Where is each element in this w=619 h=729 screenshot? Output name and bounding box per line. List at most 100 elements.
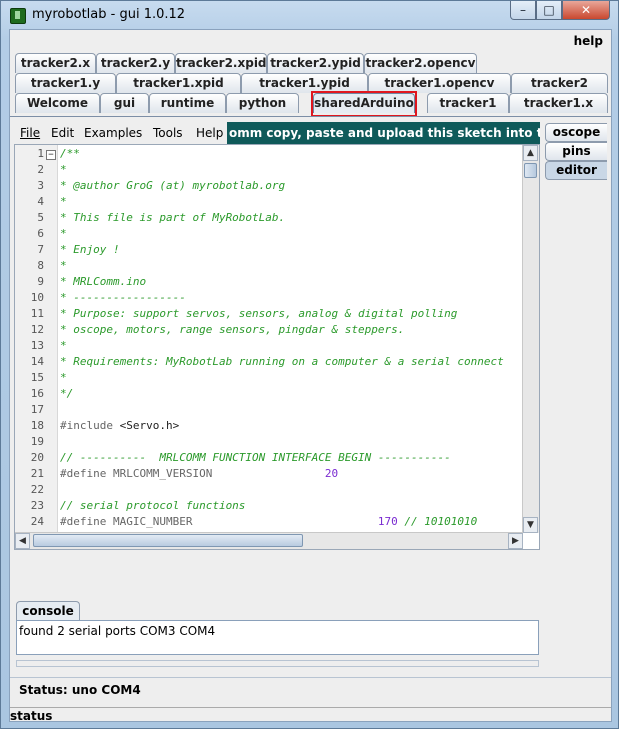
maximize-button[interactable]: □: [536, 1, 562, 20]
line-number: 15: [30, 371, 44, 384]
tab-tracker1-opencv[interactable]: tracker1.opencv: [368, 73, 511, 93]
side-tab-editor[interactable]: editor: [545, 161, 607, 180]
tab-tracker2-y[interactable]: tracker2.y: [96, 53, 175, 73]
tab-tracker2-ypid[interactable]: tracker2.ypid: [267, 53, 364, 73]
code-text: * Purpose: support servos, sensors, anal…: [60, 307, 458, 320]
code-line: 4 *: [15, 195, 521, 211]
tab-runtime[interactable]: runtime: [149, 93, 226, 113]
code-text: *: [60, 195, 67, 208]
code-text: * Requirements: MyRobotLab running on a …: [60, 355, 504, 368]
tab-tracker1[interactable]: tracker1: [427, 93, 509, 113]
editor-menu-edit[interactable]: Edit: [51, 126, 74, 140]
arduino-panel: File Edit Examples Tools Help omm copy, …: [10, 116, 611, 723]
tab-tracker2-x[interactable]: tracker2.x: [15, 53, 96, 73]
code-text: */: [60, 387, 74, 400]
code-text: * @author GroG (at) myrobotlab.org: [60, 179, 286, 192]
code-line: 6 *: [15, 227, 521, 243]
line-number: 20: [30, 451, 44, 464]
code-text: * -----------------: [60, 291, 186, 304]
tab-tracker2-opencv[interactable]: tracker2.opencv: [364, 53, 477, 73]
horizontal-scroll-thumb[interactable]: [33, 534, 303, 547]
tab-welcome[interactable]: Welcome: [15, 93, 100, 113]
scroll-right-button[interactable]: ▶: [508, 533, 523, 549]
line-number: 21: [30, 467, 44, 480]
code-editor[interactable]: 1−/** 2 * 3 * @author GroG (at) myrobotlab.o…: [14, 144, 540, 550]
menu-bar: help: [10, 30, 611, 52]
code-line: 24 #define MAGIC_NUMBER 170 // 10101010: [15, 515, 521, 531]
scroll-up-button[interactable]: ▲: [523, 145, 538, 161]
code-text: * MRLComm.ino: [60, 275, 147, 288]
editor-menu-file[interactable]: File: [20, 126, 40, 140]
side-tab-oscope[interactable]: oscope: [545, 123, 607, 142]
tab-tracker2[interactable]: tracker2: [511, 73, 608, 93]
code-text: *: [60, 163, 67, 176]
title-bar[interactable]: myrobotlab - gui 1.0.12 – □ ✕: [1, 1, 618, 29]
code-text: * This file is part of MyRobotLab.: [60, 211, 286, 224]
line-number: 3: [37, 179, 44, 192]
code-text: *: [60, 339, 67, 352]
arduino-status-text: Status: uno COM4: [19, 683, 141, 697]
bottom-status-bar: status: [10, 707, 611, 723]
tab-python[interactable]: python: [226, 93, 299, 113]
app-window: myrobotlab - gui 1.0.12 – □ ✕ help track…: [0, 0, 619, 729]
code-line: 5 * This file is part of MyRobotLab.: [15, 211, 521, 227]
tab-console[interactable]: console: [16, 601, 80, 621]
line-number: 11: [30, 307, 44, 320]
tab-gui[interactable]: gui: [100, 93, 149, 113]
code-text: /**: [60, 147, 80, 160]
editor-menu-tools[interactable]: Tools: [153, 126, 183, 140]
tab-tracker1-x[interactable]: tracker1.x: [509, 93, 608, 113]
line-number: 2: [37, 163, 44, 176]
code-line: 10 * -----------------: [15, 291, 521, 307]
vertical-scrollbar[interactable]: ▲ ▼: [522, 145, 539, 533]
line-number: 23: [30, 499, 44, 512]
line-number: 19: [30, 435, 44, 448]
code-line: 19: [15, 435, 521, 451]
line-number: 14: [30, 355, 44, 368]
line-number: 9: [37, 275, 44, 288]
selected-tab-highlight: [311, 91, 417, 117]
upload-hint-banner: omm copy, paste and upload this sketch i…: [227, 122, 540, 144]
code-line: 23 // serial protocol functions: [15, 499, 521, 515]
code-line: 12 * oscope, motors, range sensors, pingd…: [15, 323, 521, 339]
code-line: 1−/**: [15, 147, 521, 163]
tab-tracker2-xpid[interactable]: tracker2.xpid: [175, 53, 267, 73]
scroll-down-button[interactable]: ▼: [523, 517, 538, 533]
close-button[interactable]: ✕: [562, 1, 610, 20]
line-number: 1: [37, 147, 44, 160]
tab-tracker1-xpid[interactable]: tracker1.xpid: [116, 73, 241, 93]
editor-menu-examples[interactable]: Examples: [84, 126, 142, 140]
app-icon: [10, 8, 26, 24]
minimize-button[interactable]: –: [510, 1, 536, 20]
line-number: 7: [37, 243, 44, 256]
line-number: 13: [30, 339, 44, 352]
editor-menu-bar: File Edit Examples Tools Help omm copy, …: [14, 122, 540, 145]
code-line: 15 *: [15, 371, 521, 387]
vertical-scroll-thumb[interactable]: [524, 163, 537, 178]
line-number: 4: [37, 195, 44, 208]
code-text: #include <Servo.h>: [60, 419, 180, 432]
tab-tracker1-ypid[interactable]: tracker1.ypid: [241, 73, 368, 93]
code-text: #define MRLCOMM_VERSION 20: [60, 467, 339, 480]
horizontal-scrollbar[interactable]: ◀ ▶: [15, 532, 523, 549]
side-tab-pins[interactable]: pins: [545, 142, 607, 161]
code-text: // ---------- MRLCOMM FUNCTION INTERFACE…: [60, 451, 451, 464]
editor-menu-help[interactable]: Help: [196, 126, 223, 140]
arduino-status-bar: Status: uno COM4: [10, 677, 611, 700]
help-menu[interactable]: help: [574, 34, 603, 48]
scroll-left-button[interactable]: ◀: [15, 533, 30, 549]
code-line: 3 * @author GroG (at) myrobotlab.org: [15, 179, 521, 195]
code-line: 22: [15, 483, 521, 499]
editor-panel: File Edit Examples Tools Help omm copy, …: [13, 122, 541, 572]
fold-toggle-icon[interactable]: −: [46, 150, 56, 160]
tab-tracker1-y[interactable]: tracker1.y: [15, 73, 116, 93]
code-line: 11 * Purpose: support servos, sensors, an…: [15, 307, 521, 323]
code-line: 14 * Requirements: MyRobotLab running on …: [15, 355, 521, 371]
line-number: 18: [30, 419, 44, 432]
line-number: 5: [37, 211, 44, 224]
line-number: 17: [30, 403, 44, 416]
window-title: myrobotlab - gui 1.0.12: [32, 7, 186, 22]
code-line: 13 *: [15, 339, 521, 355]
code-text: *: [60, 227, 67, 240]
line-number: 22: [30, 483, 44, 496]
